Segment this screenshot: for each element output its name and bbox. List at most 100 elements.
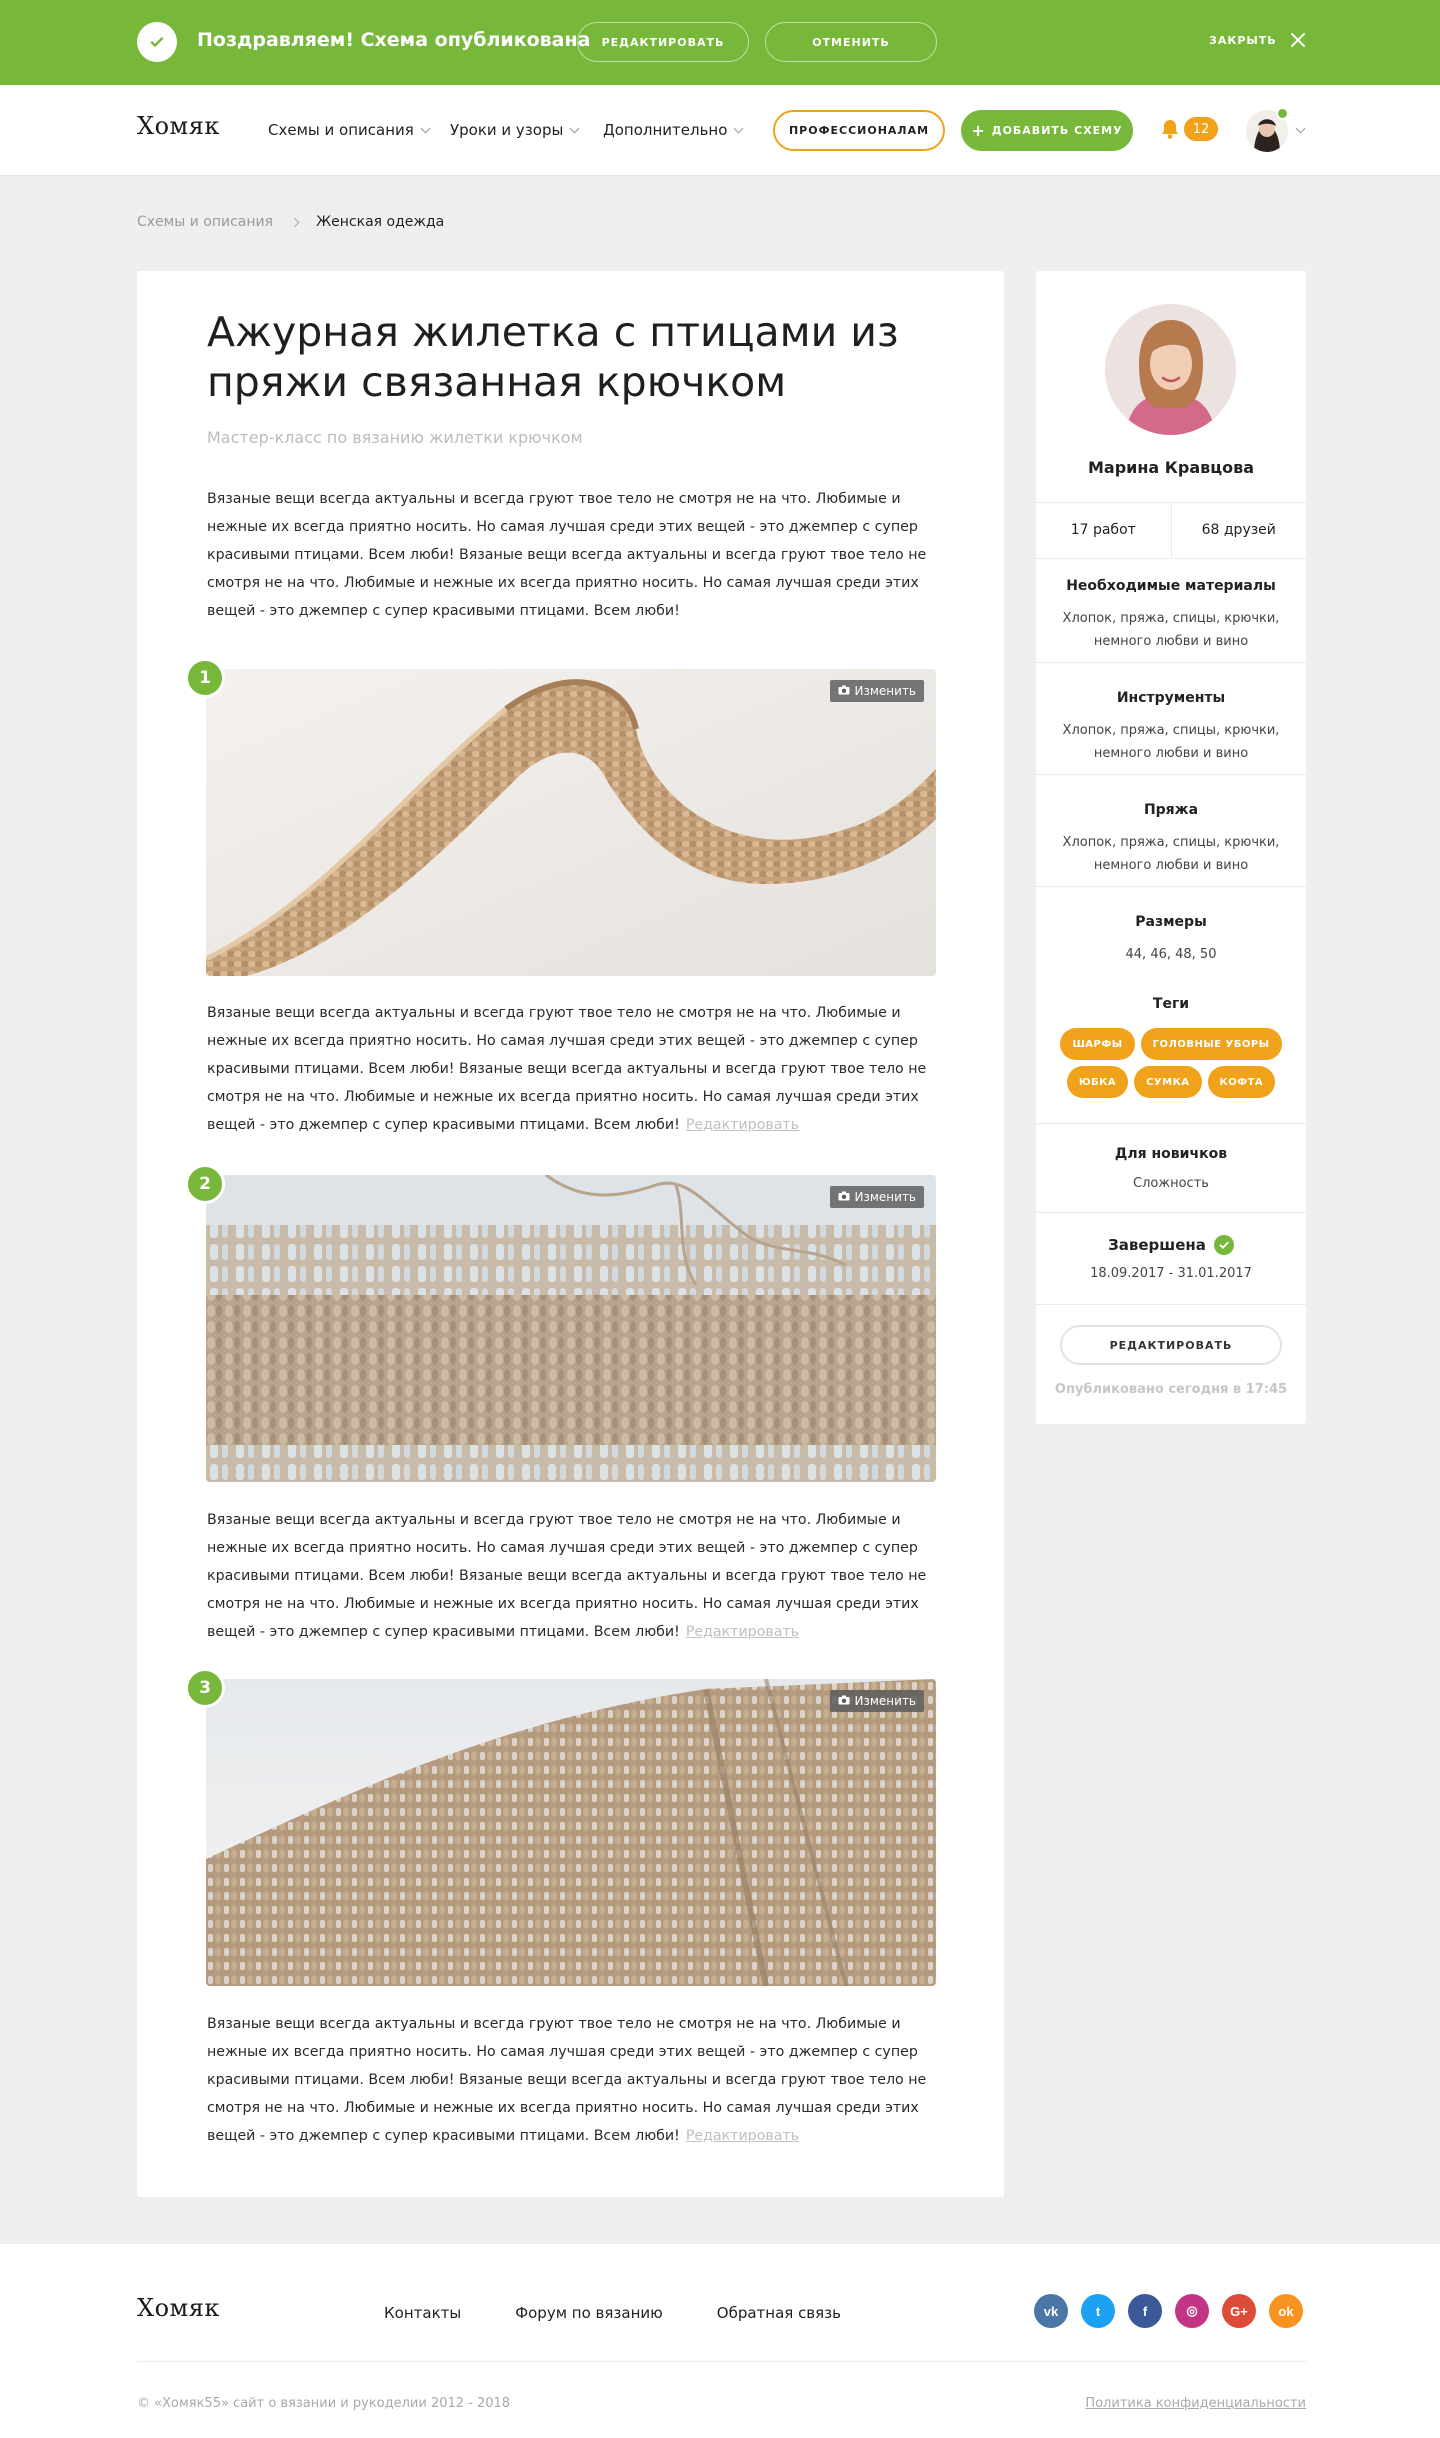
site-footer: Хомяк Контакты Форум по вязанию Обратная… [0, 2244, 1440, 2438]
author-stats: 17 работ 68 друзей [1036, 502, 1306, 558]
footer-link-feedback[interactable]: Обратная связь [717, 2304, 841, 2322]
tools-text: Хлопок, пряжа, спицы, крючки, немного лю… [1062, 723, 1280, 761]
add-scheme-button[interactable]: + Добавить схему [961, 110, 1133, 151]
level-text: Сложность [1133, 1176, 1209, 1191]
breadcrumb-parent[interactable]: Схемы и описания [137, 214, 273, 230]
tag-chip[interactable]: Сумка [1134, 1066, 1202, 1098]
sizes-text: 44, 46, 48, 50 [1125, 947, 1217, 962]
step-description: Вязаные вещи всегда актуальны и всегда г… [207, 1512, 927, 1640]
author-sidebar: Марина Кравцова 17 работ 68 друзей Необх… [1036, 271, 1306, 1424]
online-status-dot [1276, 107, 1289, 120]
facebook-icon[interactable]: f [1128, 2294, 1162, 2328]
notification-count-badge[interactable]: 12 [1184, 117, 1218, 141]
tag-chip[interactable]: Кофта [1207, 1066, 1276, 1098]
instagram-icon[interactable]: ◎ [1175, 2294, 1209, 2328]
step-description: Вязаные вещи всегда актуальны и всегда г… [207, 2016, 927, 2144]
nav-item-label: Схемы и описания [268, 121, 414, 139]
completed-label: Завершена [1108, 1236, 1206, 1254]
author-avatar[interactable] [1105, 304, 1236, 435]
vk-icon[interactable]: vk [1034, 2294, 1068, 2328]
sizes-title: Размеры [1135, 914, 1207, 930]
step-text: Вязаные вещи всегда актуальны и всегда г… [207, 1506, 937, 1646]
step-edit-link[interactable]: Редактировать [686, 1624, 799, 1640]
banner-edit-button[interactable]: Редактировать [577, 22, 749, 62]
materials-title: Необходимые материалы [1066, 578, 1276, 594]
tag-list: Шарфы Головные уборы Юбка Сумка Кофта [1046, 1028, 1296, 1098]
banner-close-label[interactable]: Закрыть [1209, 34, 1277, 47]
divider [1036, 1123, 1306, 1124]
step-text: Вязаные вещи всегда актуальны и всегда г… [207, 2010, 937, 2150]
completed-status: Завершена [1036, 1235, 1306, 1255]
divider [1036, 558, 1306, 559]
tools-title: Инструменты [1116, 690, 1226, 706]
completed-dates: 18.09.2017 - 31.01.2017 [1090, 1266, 1252, 1281]
add-scheme-label: Добавить схему [991, 124, 1123, 137]
camera-icon [838, 1694, 850, 1708]
step-text: Вязаные вещи всегда актуальны и всегда г… [207, 999, 937, 1139]
nav-item-schemes[interactable]: Схемы и описания [268, 121, 431, 139]
nav-item-more[interactable]: Дополнительно [603, 121, 744, 139]
step-photo-1: Изменить [206, 669, 936, 976]
step-photo-3: Изменить [206, 1679, 936, 1986]
step-photo-2: Изменить [206, 1175, 936, 1482]
banner-cancel-button[interactable]: Отменить [765, 22, 937, 62]
tag-chip[interactable]: Головные уборы [1140, 1028, 1282, 1060]
nav-item-lessons[interactable]: Уроки и узоры [450, 121, 580, 139]
chevron-down-icon[interactable] [1295, 123, 1306, 134]
step-edit-link[interactable]: Редактировать [686, 1117, 799, 1133]
chevron-down-icon [733, 123, 744, 133]
site-logo[interactable]: Хомяк [137, 112, 220, 140]
copyright: © «Хомяк55» сайт о вязании и рукоделии 2… [137, 2396, 511, 2411]
change-photo-button[interactable]: Изменить [829, 1690, 924, 1712]
nav-item-label: Уроки и узоры [450, 121, 564, 139]
social-links: vk t f ◎ G+ ok [1034, 2294, 1303, 2328]
author-name[interactable]: Марина Кравцова [1036, 458, 1306, 477]
footer-links: Контакты Форум по вязанию Обратная связь [384, 2304, 841, 2322]
footer-logo[interactable]: Хомяк [137, 2294, 220, 2322]
footer-link-forum[interactable]: Форум по вязанию [515, 2304, 663, 2322]
professionals-button[interactable]: Профессионалам [773, 110, 945, 151]
yarn-text: Хлопок, пряжа, спицы, крючки, немного лю… [1062, 835, 1280, 873]
change-photo-button[interactable]: Изменить [829, 680, 924, 702]
yarn-title: Пряжа [1143, 802, 1199, 818]
divider [1036, 886, 1306, 887]
divider [1036, 774, 1306, 775]
tag-chip[interactable]: Юбка [1066, 1066, 1129, 1098]
tags-title: Теги [1152, 996, 1190, 1012]
site-header: Хомяк Схемы и описания Уроки и узоры Доп… [0, 85, 1440, 176]
camera-icon [838, 1190, 850, 1204]
level-title: Для новичков [1114, 1146, 1228, 1162]
footer-link-contacts[interactable]: Контакты [384, 2304, 461, 2322]
success-check-icon [137, 22, 177, 62]
tag-chip[interactable]: Шарфы [1060, 1028, 1135, 1060]
materials-text: Хлопок, пряжа, спицы, крючки, немного лю… [1062, 611, 1280, 649]
privacy-link[interactable]: Политика конфиденциальности [1085, 2396, 1306, 2411]
divider [137, 2361, 1306, 2362]
divider [1036, 1304, 1306, 1305]
step-number-badge: 2 [185, 1164, 225, 1204]
breadcrumb: Схемы и описания Женская одежда [137, 214, 444, 230]
step-edit-link[interactable]: Редактировать [686, 2128, 799, 2144]
success-banner: Поздравляем! Схема опубликована Редактир… [0, 0, 1440, 85]
change-photo-button[interactable]: Изменить [829, 1186, 924, 1208]
odnoklassniki-icon[interactable]: ok [1269, 2294, 1303, 2328]
sidebar-edit-button[interactable]: Редактировать [1060, 1325, 1282, 1365]
intro-text: Вязаные вещи всегда актуальны и всегда г… [207, 491, 927, 619]
divider [1036, 1212, 1306, 1213]
step-number-badge: 3 [185, 1668, 225, 1708]
google-plus-icon[interactable]: G+ [1222, 2294, 1256, 2328]
plus-icon: + [971, 120, 986, 140]
change-photo-label: Изменить [854, 684, 917, 698]
bell-icon[interactable] [1160, 118, 1180, 144]
chevron-down-icon [569, 123, 580, 133]
success-message: Поздравляем! Схема опубликована [197, 29, 591, 51]
divider [1036, 662, 1306, 663]
check-icon [1213, 1235, 1234, 1255]
article-card: Ажурная жилетка с птицами из пряжи связа… [137, 271, 1004, 2197]
step-description: Вязаные вещи всегда актуальны и всегда г… [207, 1005, 927, 1133]
works-count[interactable]: 17 работ [1036, 502, 1171, 558]
camera-icon [838, 684, 850, 698]
twitter-icon[interactable]: t [1081, 2294, 1115, 2328]
friends-count[interactable]: 68 друзей [1172, 502, 1307, 558]
close-icon[interactable] [1288, 30, 1308, 54]
